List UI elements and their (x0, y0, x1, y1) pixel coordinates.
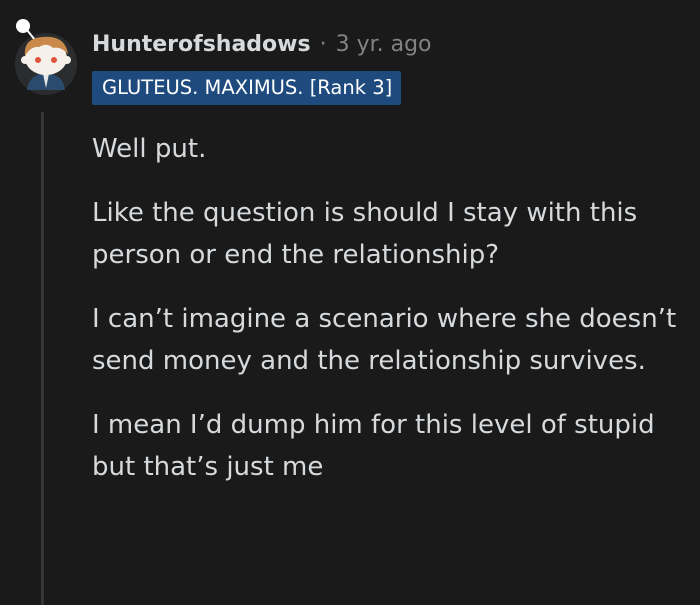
comment-paragraph-2: Like the question is should I stay with … (92, 198, 638, 270)
comment-paragraph-1: Well put. (92, 134, 207, 164)
comment-paragraph-4: I mean I’d dump him for this level of st… (92, 410, 655, 482)
user-flair-badge: GLUTEUS. MAXIMUS. [Rank 3] (92, 71, 402, 105)
author-username[interactable]: Hunterofshadows (92, 32, 311, 57)
comment-header: Hunterofshadows · 3 yr. ago (92, 27, 432, 61)
thread-collapse-line[interactable] (41, 112, 44, 605)
user-avatar-icon[interactable] (13, 18, 79, 96)
comment-timestamp[interactable]: 3 yr. ago (336, 32, 432, 57)
comment-paragraph-3: I can’t imagine a scenario where she doe… (92, 304, 677, 376)
comment-body: Well put. Like the question is should I … (92, 128, 692, 510)
comment: Hunterofshadows · 3 yr. ago GLUTEUS. MAX… (0, 0, 700, 605)
meta-separator: · (319, 31, 327, 57)
